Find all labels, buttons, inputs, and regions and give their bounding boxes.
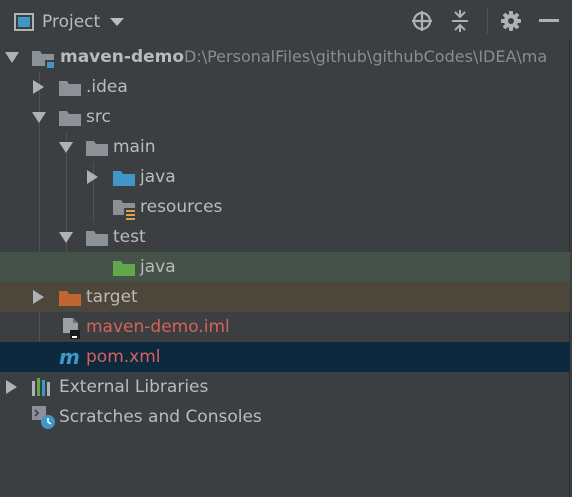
tree-node-target[interactable]: target: [0, 282, 570, 312]
node-label: External Libraries: [59, 377, 209, 397]
tree-node-external-libraries[interactable]: External Libraries: [0, 372, 570, 402]
project-path: D:\PersonalFiles\github\githubCodes\IDEA…: [184, 47, 548, 66]
tree-node-main-java[interactable]: java: [0, 162, 570, 192]
header-divider: [487, 8, 488, 34]
chevron-down-icon[interactable]: [5, 52, 19, 63]
node-label: pom.xml: [86, 347, 161, 367]
chevron-right-icon[interactable]: [33, 80, 44, 94]
folder-icon: [86, 231, 108, 246]
tree-node-main[interactable]: main: [0, 132, 570, 162]
scratches-icon: [32, 406, 55, 429]
library-icon: [32, 378, 50, 396]
tree-node-test-java[interactable]: java: [0, 252, 570, 282]
tree-node-pom[interactable]: m pom.xml: [0, 342, 570, 372]
tree-node-resources[interactable]: resources: [0, 192, 570, 222]
view-title: Project: [42, 12, 101, 32]
tree-node-maven-demo[interactable]: maven-demo D:\PersonalFiles\github\githu…: [0, 42, 570, 72]
node-label: .idea: [86, 77, 128, 97]
gear-icon[interactable]: [499, 9, 523, 33]
excluded-folder-icon: [59, 291, 81, 306]
tree-node-src[interactable]: src: [0, 102, 570, 132]
chevron-right-icon[interactable]: [33, 290, 44, 304]
chevron-down-icon[interactable]: [32, 112, 46, 123]
project-window-icon: [14, 13, 34, 31]
node-label: target: [86, 287, 138, 307]
tree-node-idea[interactable]: .idea: [0, 72, 570, 102]
tree-node-test[interactable]: test: [0, 222, 570, 252]
iml-file-icon: [63, 318, 80, 339]
node-label: maven-demo.iml: [86, 317, 230, 337]
node-label: main: [113, 137, 156, 157]
minimize-icon[interactable]: [537, 9, 561, 33]
folder-icon: [86, 141, 108, 156]
folder-icon: [59, 111, 81, 126]
node-label: java: [140, 257, 176, 277]
resources-folder-icon: [113, 200, 136, 220]
chevron-right-icon[interactable]: [87, 170, 98, 184]
tool-window-header: Project: [0, 0, 572, 42]
locate-icon[interactable]: [410, 9, 434, 33]
tree-node-scratches[interactable]: Scratches and Consoles: [0, 402, 570, 432]
folder-icon: [59, 81, 81, 96]
view-selector[interactable]: Project: [14, 9, 125, 35]
chevron-down-icon[interactable]: [59, 232, 73, 243]
node-label: java: [140, 167, 176, 187]
chevron-right-icon[interactable]: [6, 380, 17, 394]
test-folder-icon: [113, 261, 135, 276]
chevron-down-icon[interactable]: [110, 18, 125, 26]
project-name: maven-demo: [60, 47, 185, 67]
node-label: Scratches and Consoles: [59, 407, 262, 427]
maven-icon: m: [59, 345, 80, 369]
module-folder-icon: [32, 51, 55, 69]
collapse-all-icon[interactable]: [448, 9, 472, 33]
node-label: src: [86, 107, 111, 127]
node-label: resources: [140, 197, 223, 217]
node-label: test: [113, 227, 146, 247]
source-folder-icon: [113, 171, 135, 186]
tree-node-iml[interactable]: maven-demo.iml: [0, 312, 570, 342]
chevron-down-icon[interactable]: [59, 142, 73, 153]
